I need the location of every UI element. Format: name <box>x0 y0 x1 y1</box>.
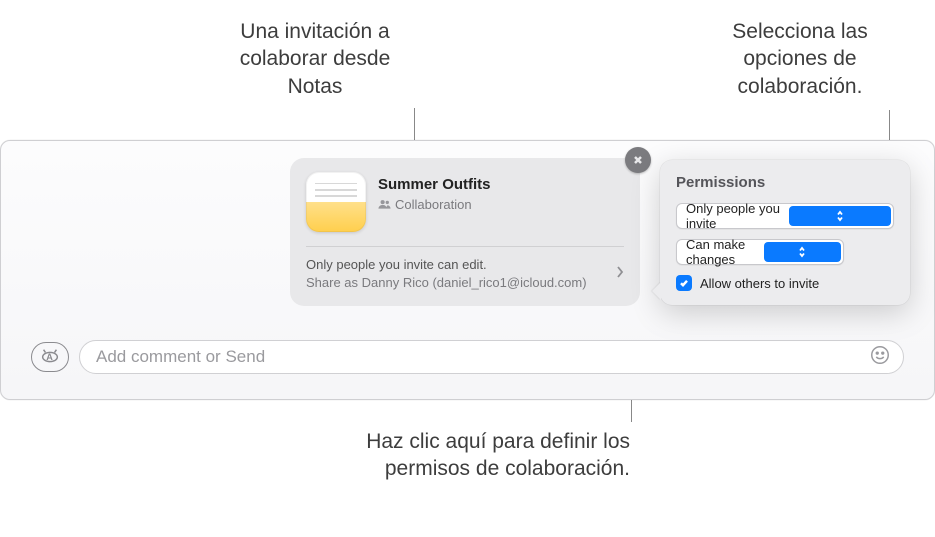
notes-app-icon <box>306 172 366 232</box>
share-as-label: Share as Danny Rico (daniel_rico1@icloud… <box>306 274 606 292</box>
permission-level-dropdown[interactable]: Can make changes <box>676 239 844 265</box>
permissions-row[interactable]: Only people you invite can edit. Share a… <box>306 247 624 292</box>
updown-icon <box>789 206 892 226</box>
permissions-title: Permissions <box>676 174 894 191</box>
compose-field-wrap <box>79 340 904 374</box>
permission-level-value: Can make changes <box>686 237 764 267</box>
callout-invite: Una invitación a colaborar desde Notas <box>210 18 420 100</box>
people-icon <box>378 197 391 212</box>
permission-summary: Only people you invite can edit. <box>306 257 606 272</box>
who-can-access-value: Only people you invite <box>686 201 789 231</box>
collaboration-card[interactable]: Summer Outfits Collaboration Only people… <box>290 158 640 306</box>
updown-icon <box>764 242 842 262</box>
chevron-right-icon[interactable] <box>616 265 624 284</box>
close-icon[interactable] <box>625 147 651 173</box>
svg-text:A: A <box>46 352 54 362</box>
allow-others-label: Allow others to invite <box>700 276 819 291</box>
note-title: Summer Outfits <box>378 176 624 193</box>
callout-permissions-hint: Haz clic aquí para definir los permisos … <box>330 428 630 483</box>
compose-input[interactable] <box>96 347 861 367</box>
who-can-access-dropdown[interactable]: Only people you invite <box>676 203 894 229</box>
apps-button[interactable]: A <box>31 342 69 372</box>
emoji-icon[interactable] <box>869 344 891 370</box>
collaboration-label: Collaboration <box>395 197 472 212</box>
allow-others-checkbox[interactable] <box>676 275 692 291</box>
permissions-popover: Permissions Only people you invite Can m… <box>660 160 910 305</box>
callout-options: Selecciona las opciones de colaboración. <box>700 18 900 100</box>
